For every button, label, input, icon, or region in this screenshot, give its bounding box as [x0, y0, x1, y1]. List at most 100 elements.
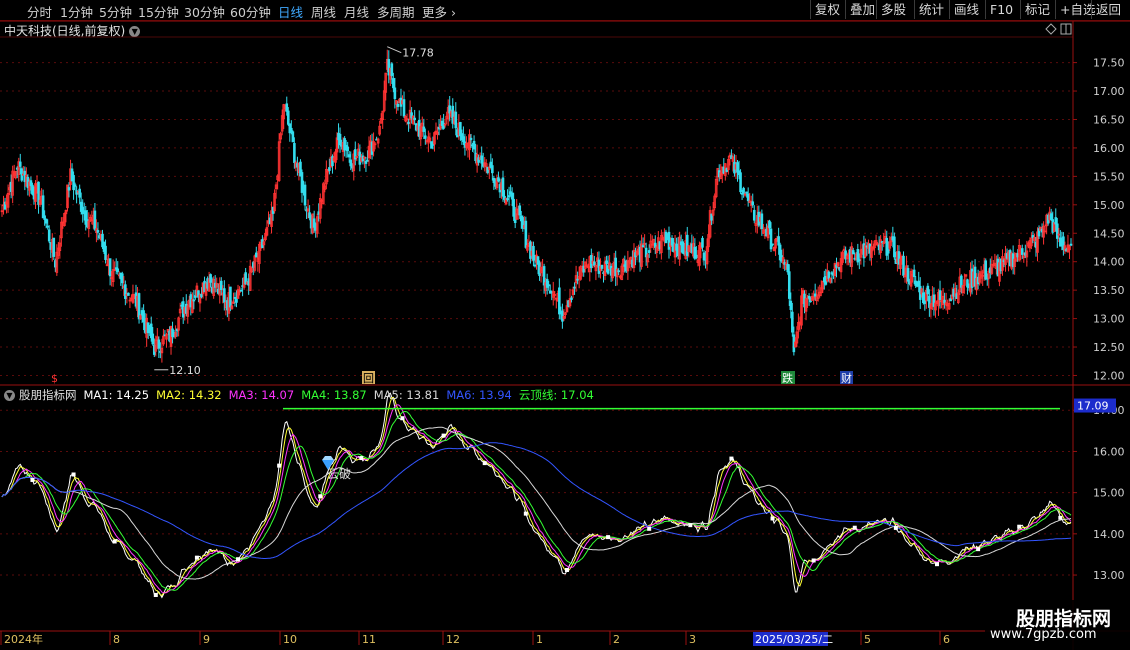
candle-body [641, 245, 645, 248]
indicator-series [1, 392, 1072, 599]
candle-body [127, 292, 130, 296]
ma-line-6 [1, 442, 1072, 559]
indicator-value-2: MA3: 14.07 [228, 388, 295, 402]
candle-body [791, 311, 794, 333]
indicator-value-1: MA2: 14.32 [156, 388, 222, 402]
candle-body [46, 225, 49, 228]
candle-body [518, 205, 522, 216]
candle-body [769, 228, 773, 250]
ma1-marker [647, 526, 652, 531]
chevron-down-icon[interactable]: ▼ [4, 390, 15, 401]
price-tick-label: 14.50 [1093, 227, 1125, 240]
price-tick-label: 12.00 [1093, 369, 1125, 382]
candle-body [78, 188, 81, 198]
candle-body [52, 237, 56, 257]
price-tick-label: 17.50 [1093, 57, 1125, 70]
indicator-legend: ▼ 股朋指标网 MA1: 14.25 MA2: 14.32 MA3: 14.07 MA4:… [4, 387, 608, 403]
candle-body [886, 249, 890, 254]
candle-body [786, 264, 790, 273]
candle-body [917, 280, 921, 287]
candle-body [926, 285, 930, 295]
dollar-mark-icon: $ [51, 372, 58, 385]
candle-body [570, 297, 573, 300]
candle-body [223, 288, 226, 303]
candle-body [1020, 248, 1024, 255]
candle-body [745, 191, 748, 194]
candle-body [67, 187, 71, 191]
price-tick-label: 16.50 [1093, 113, 1125, 126]
candle-body [347, 154, 351, 158]
candle-body [1049, 213, 1053, 220]
indicator-value-0: MA1: 14.25 [83, 388, 150, 402]
ma-line-2 [1, 396, 1072, 597]
candle-body [121, 273, 124, 284]
candle-body [506, 198, 509, 200]
candle-body [617, 270, 621, 273]
candle-body [108, 258, 112, 277]
month-label: 12 [446, 633, 460, 646]
candle-body [286, 110, 290, 125]
candle-body [739, 172, 742, 193]
candle-body [192, 299, 196, 302]
candle-body [545, 278, 549, 288]
indicator-name: 股朋指标网 [19, 388, 77, 402]
candle-body [685, 234, 689, 256]
ma1-marker [729, 456, 734, 461]
ma-line-3 [1, 404, 1072, 594]
candle-body [480, 155, 483, 164]
ma1-marker [194, 555, 199, 560]
candle-body [949, 298, 952, 302]
candle-body [1055, 223, 1059, 239]
candle-body [285, 103, 289, 112]
candle-body [742, 187, 745, 195]
candle-body [349, 159, 353, 167]
candle-body [529, 241, 532, 259]
candle-body [96, 230, 100, 233]
candle-body [507, 195, 511, 198]
ma1-marker [441, 433, 446, 438]
indicator-value-3: MA4: 13.87 [301, 388, 367, 402]
ind-tick-label: 15.00 [1093, 487, 1125, 500]
candlestick-series [0, 49, 1073, 363]
price-tick-label: 16.00 [1093, 142, 1125, 155]
ma1-marker [523, 511, 528, 516]
ma1-marker [1017, 524, 1022, 529]
month-label: 2 [613, 633, 620, 646]
high-label: 17.78 [402, 47, 434, 60]
candle-body [547, 284, 550, 287]
ind-tick-label: 16.00 [1093, 445, 1125, 458]
ma-line-1 [1, 392, 1072, 599]
candle-body [524, 220, 528, 248]
candle-body [124, 284, 127, 299]
candle-body [239, 289, 243, 292]
candle-body [209, 274, 212, 283]
candle-body [1069, 243, 1073, 246]
candle-body [392, 78, 395, 89]
price-tick-label: 13.50 [1093, 284, 1125, 297]
candle-body [827, 271, 831, 279]
ma1-marker [153, 592, 158, 597]
candle-body [923, 299, 927, 304]
chart-canvas[interactable]: 17.50 17.00 16.50 16.00 15.50 15.00 14.50 14.00… [0, 0, 1130, 650]
chart-grid [0, 62, 1073, 576]
candle-body [300, 172, 304, 193]
candle-body [407, 121, 410, 125]
chart-annotations: 17.78 12.10 跌 财 回 $ 云破 [51, 23, 1072, 481]
month-label: 11 [362, 633, 376, 646]
candle-body [771, 243, 774, 246]
cloud-break-label: 云破 [327, 466, 351, 481]
candle-body [787, 271, 791, 299]
ma1-marker [852, 525, 857, 530]
candle-body [752, 209, 756, 221]
candle-body [47, 229, 51, 242]
ma1-marker [400, 416, 405, 421]
candle-body [393, 87, 397, 100]
candle-body [402, 99, 406, 117]
candle-body [469, 137, 473, 141]
candle-body [573, 286, 576, 289]
candle-body [151, 333, 155, 345]
candle-body [542, 266, 546, 286]
ma1-marker [112, 539, 117, 544]
month-label: 8 [113, 633, 120, 646]
candle-body [293, 143, 296, 163]
